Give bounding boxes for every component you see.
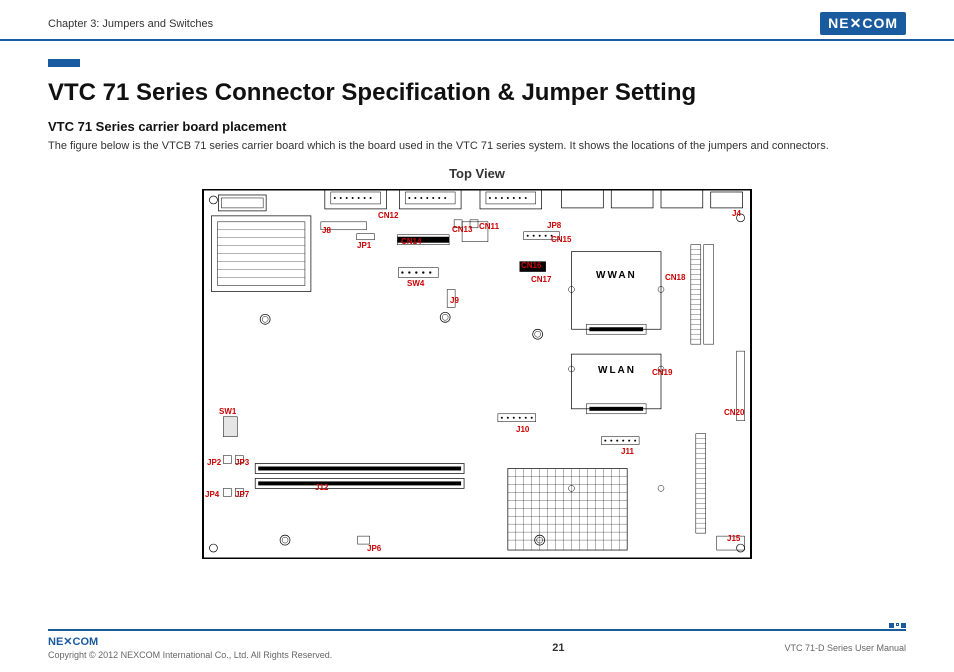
footer-manual-name: VTC 71-D Series User Manual [784, 643, 906, 653]
label-j9: J9 [450, 296, 459, 305]
main-title: VTC 71 Series Connector Specification & … [48, 79, 906, 107]
label-jp3: JP3 [235, 458, 249, 467]
label-cn15: CN15 [551, 235, 571, 244]
label-cn18: CN18 [665, 273, 685, 282]
footer-decoration [889, 623, 906, 628]
label-jp7: JP7 [235, 490, 249, 499]
footer-page-number: 21 [552, 642, 564, 654]
label-wlan: WLAN [598, 365, 636, 376]
label-cn20: CN20 [724, 408, 744, 417]
description: The figure below is the VTCB 71 series c… [48, 140, 906, 152]
label-j4: J4 [732, 209, 741, 218]
blue-tab [48, 59, 80, 67]
footer-left: NE✕COM Copyright © 2012 NEXCOM Internati… [48, 635, 332, 660]
subtitle: VTC 71 Series carrier board placement [48, 119, 906, 134]
label-cn11: CN11 [479, 222, 499, 231]
page-header: Chapter 3: Jumpers and Switches NE✕COM [0, 0, 954, 41]
label-jp8: JP8 [547, 221, 561, 230]
label-j8: J8 [322, 226, 331, 235]
label-sw1: SW1 [219, 407, 236, 416]
label-j12: J12 [315, 483, 328, 492]
label-cn16: CN16 [521, 261, 541, 270]
label-cn12: CN12 [378, 211, 398, 220]
label-j15: J15 [727, 534, 740, 543]
chapter-title: Chapter 3: Jumpers and Switches [48, 18, 213, 30]
label-jp1: JP1 [357, 241, 371, 250]
board-diagram: CN12 J8 JP1 CN13 CN11 CN14 JP8 J4 CN15 C… [202, 189, 752, 559]
logo-top: NE✕COM [820, 12, 906, 35]
footer-logo-text: NE✕COM [48, 635, 332, 648]
label-j10: J10 [516, 425, 529, 434]
logo-text: NE✕COM [820, 12, 906, 35]
label-jp2: JP2 [207, 458, 221, 467]
label-jp4: JP4 [205, 490, 219, 499]
label-wwan: WWAN [596, 270, 637, 281]
page-footer: NE✕COM Copyright © 2012 NEXCOM Internati… [48, 629, 906, 660]
label-j11: J11 [621, 447, 634, 456]
label-cn14: CN14 [401, 237, 421, 246]
label-cn17: CN17 [531, 275, 551, 284]
label-sw4: SW4 [407, 279, 424, 288]
label-jp6: JP6 [367, 544, 381, 553]
footer-right: VTC 71-D Series User Manual [784, 643, 906, 653]
label-cn19: CN19 [652, 368, 672, 377]
top-view-label: Top View [48, 166, 906, 181]
footer-copyright: Copyright © 2012 NEXCOM International Co… [48, 650, 332, 660]
label-cn13: CN13 [452, 225, 472, 234]
main-content: VTC 71 Series Connector Specification & … [0, 41, 954, 559]
